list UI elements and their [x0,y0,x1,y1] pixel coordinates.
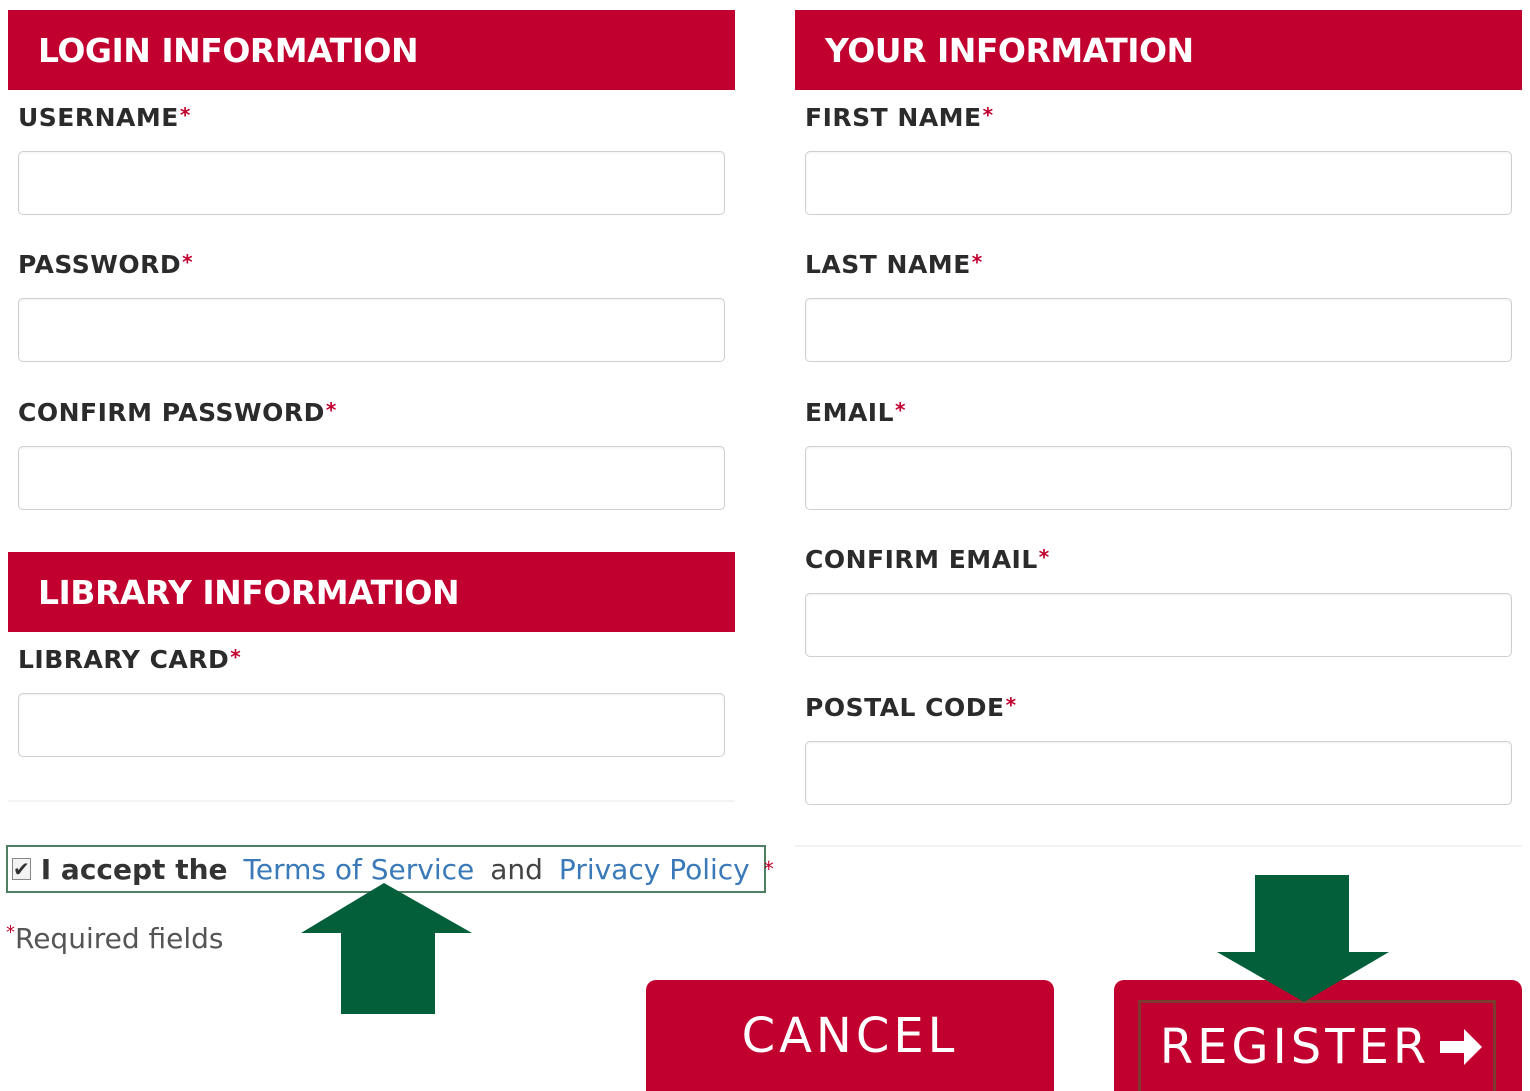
cancel-button-label: CANCEL [741,1007,959,1064]
login-information-header: LOGIN INFORMATION [8,10,735,90]
register-button-label: REGISTER [1159,1019,1431,1075]
confirm-email-label-text: CONFIRM EMAIL [805,545,1038,574]
last-name-input[interactable] [805,298,1512,362]
last-name-label: LAST NAME* [805,250,983,279]
required-asterisk: * [895,398,907,422]
first-name-label-text: FIRST NAME [805,103,982,132]
arrow-down-icon [1217,875,1389,1002]
your-information-title: YOUR INFORMATION [825,30,1194,70]
privacy-policy-link[interactable]: Privacy Policy [559,853,750,886]
username-input[interactable] [18,151,725,215]
right-column-divider [795,845,1522,847]
confirm-password-label-text: CONFIRM PASSWORD [18,398,325,427]
confirm-email-input[interactable] [805,593,1512,657]
library-card-label-text: LIBRARY CARD [18,645,230,674]
library-card-input[interactable] [18,693,725,757]
confirm-password-input[interactable] [18,446,725,510]
library-card-label: LIBRARY CARD* [18,645,241,674]
library-information-header: LIBRARY INFORMATION [8,552,735,632]
arrow-up-icon [301,883,472,1014]
postal-code-input[interactable] [805,741,1512,805]
required-asterisk: * [763,857,774,881]
password-label-text: PASSWORD [18,250,182,279]
username-label: USERNAME* [18,103,191,132]
email-label: EMAIL* [805,398,906,427]
required-asterisk: * [230,645,242,669]
required-asterisk: * [982,103,994,127]
terms-checkbox[interactable]: ✔ [12,858,31,880]
cancel-button[interactable]: CANCEL [646,980,1054,1091]
first-name-input[interactable] [805,151,1512,215]
required-asterisk: * [1005,693,1017,717]
terms-and-text: and [490,852,543,886]
email-input[interactable] [805,446,1512,510]
required-asterisk: * [179,103,191,127]
left-column-divider [8,800,735,802]
required-fields-text: Required fields [15,922,224,955]
confirm-email-label: CONFIRM EMAIL* [805,545,1050,574]
arrow-right-icon [1440,1029,1483,1065]
last-name-label-text: LAST NAME [805,250,971,279]
login-information-title: LOGIN INFORMATION [38,30,419,70]
register-focus-outline: REGISTER [1138,1000,1496,1091]
required-asterisk: * [971,250,983,274]
terms-of-service-link[interactable]: Terms of Service [244,853,475,886]
username-label-text: USERNAME [18,103,179,132]
required-asterisk: * [325,398,337,422]
required-fields-note: *Required fields [6,922,224,955]
your-information-header: YOUR INFORMATION [795,10,1522,90]
email-label-text: EMAIL [805,398,895,427]
password-label: PASSWORD* [18,250,193,279]
required-asterisk: * [6,922,15,943]
postal-code-label: POSTAL CODE* [805,693,1017,722]
confirm-password-label: CONFIRM PASSWORD* [18,398,337,427]
postal-code-label-text: POSTAL CODE [805,693,1005,722]
first-name-label: FIRST NAME* [805,103,994,132]
required-asterisk: * [182,250,194,274]
library-information-title: LIBRARY INFORMATION [38,572,460,612]
required-asterisk: * [1038,545,1050,569]
password-input[interactable] [18,298,725,362]
terms-accept-text: I accept the [40,852,228,886]
